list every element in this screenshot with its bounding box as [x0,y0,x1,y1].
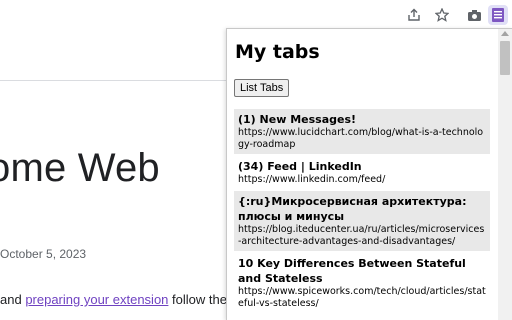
list-item[interactable]: (34) Feed | LinkedIn https://www.linkedi… [234,156,490,189]
tab-url: https://www.spiceworks.com/tech/cloud/ar… [238,286,486,309]
list-tabs-button[interactable]: List Tabs [234,79,290,97]
list-item[interactable]: (1) New Messages! https://www.lucidchart… [234,109,490,154]
popup-title: My tabs [235,41,320,63]
tab-title: (34) Feed | LinkedIn [238,160,362,173]
popup-scrollbar[interactable] [498,29,512,320]
star-icon[interactable] [432,5,452,25]
browser-toolbar [0,0,512,30]
tab-list: (1) New Messages! https://www.lucidchart… [234,109,490,315]
extension-popup: My tabs List Tabs (1) New Messages! http… [226,28,512,320]
share-icon[interactable] [404,5,424,25]
scroll-thumb[interactable] [500,41,510,75]
camera-icon[interactable] [464,5,484,25]
tab-title: {:ru}Микросервисная архитектура: плюсы и… [238,195,467,223]
tab-url: https://www.lucidchart.com/blog/what-is-… [238,127,484,150]
list-item[interactable]: {:ru}Микросервисная архитектура: плюсы и… [234,191,490,251]
tab-url: https://www.linkedin.com/feed/ [238,174,386,185]
list-item[interactable]: 10 Key Differences Between Stateful and … [234,253,490,313]
preparing-extension-link[interactable]: preparing your extension [25,292,168,307]
body-prefix: and [0,292,26,307]
publish-date: October 5, 2023 [0,247,87,261]
web-page: ome Web October 5, 2023 and preparing yo… [0,30,226,320]
extension-icon[interactable] [488,5,508,25]
body-suffix: follow the [168,292,226,307]
page-title: ome Web [0,146,160,190]
tab-title: (1) New Messages! [238,113,357,126]
scroll-up-arrow-icon[interactable] [501,31,509,36]
body-text: and preparing your extension follow the [0,292,226,307]
header-divider [0,80,226,81]
tab-title: 10 Key Differences Between Stateful and … [238,257,466,285]
tab-url: https://blog.iteducenter.ua/ru/articles/… [238,224,485,247]
